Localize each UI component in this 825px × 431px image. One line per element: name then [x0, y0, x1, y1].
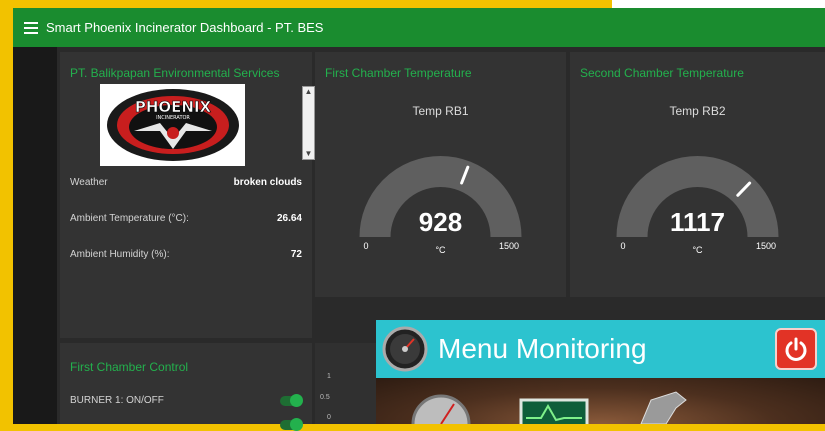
- top-bar: Smart Phoenix Incinerator Dashboard - PT…: [13, 8, 825, 47]
- gauge-unit: °C: [692, 245, 703, 255]
- first-chamber-control-card: First Chamber Control BURNER 1: ON/OFF: [60, 343, 312, 431]
- ambient-humidity-row: Ambient Humidity (%): 72: [70, 249, 302, 260]
- ambient-temp-value: 26.64: [276, 213, 302, 224]
- info-card: PT. Balikpapan Environmental Services PH…: [60, 52, 315, 338]
- app-title: Smart Phoenix Incinerator Dashboard - PT…: [46, 20, 324, 35]
- burner1-toggle-row: BURNER 1: ON/OFF: [70, 393, 303, 407]
- info-card-title: PT. Balikpapan Environmental Services: [70, 66, 280, 80]
- gauge-value: 1117: [670, 207, 725, 237]
- burner2-toggle[interactable]: [280, 418, 303, 431]
- weather-label: Weather: [70, 177, 108, 188]
- gauge-max-label: 1500: [756, 241, 776, 251]
- temp-rb2-gauge: 1117 °C 0 1500: [616, 156, 779, 255]
- gauge-value: 928: [419, 207, 462, 237]
- gauge-min-label: 0: [363, 241, 368, 251]
- pressure-gauge-icon: [411, 394, 471, 431]
- second-chamber-card: Second Chamber Temperature Temp RB2 1117…: [570, 52, 825, 297]
- first-chamber-card: First Chamber Temperature Temp RB1 928 °C…: [315, 52, 566, 297]
- chart-tick: 0.5: [320, 394, 330, 401]
- chart-card: 1 0.5 0: [315, 343, 385, 424]
- menu-monitoring-title: Menu Monitoring: [438, 333, 647, 364]
- burner1-toggle[interactable]: [280, 393, 303, 407]
- menu-icon[interactable]: [24, 21, 38, 34]
- power-button[interactable]: [775, 328, 817, 370]
- burner1-label: BURNER 1: ON/OFF: [70, 395, 164, 406]
- ambient-humidity-value: 72: [290, 249, 302, 260]
- menu-monitoring-body: [376, 378, 825, 431]
- gauge-unit: °C: [435, 245, 446, 255]
- logo-subtitle: INCINERATOR: [156, 115, 190, 121]
- phoenix-logo-icon: PHOENIX INCINERATOR: [106, 89, 239, 161]
- menu-icons-row: [411, 391, 687, 431]
- ambient-humidity-label: Ambient Humidity (%):: [70, 249, 170, 260]
- power-icon: [785, 337, 807, 361]
- menu-monitoring-overlay: Menu Monitoring: [376, 320, 825, 431]
- weather-row: Weather broken clouds: [70, 177, 302, 188]
- chart-tick: 0: [327, 414, 331, 421]
- chart-tick: 1: [327, 373, 331, 380]
- logo-wordmark: PHOENIX: [134, 98, 211, 116]
- menu-monitoring-bar: Menu Monitoring: [376, 320, 825, 378]
- sidebar: [13, 47, 57, 424]
- weather-value: broken clouds: [233, 177, 302, 188]
- gauge-min-label: 0: [620, 241, 625, 251]
- screenshot-frame: Smart Phoenix Incinerator Dashboard - PT…: [0, 0, 825, 431]
- gauge-app-icon[interactable]: [382, 326, 428, 372]
- control-card-title: First Chamber Control: [70, 360, 189, 374]
- scroll-down-icon[interactable]: ▼: [303, 149, 314, 159]
- monitor-icon: [519, 398, 589, 428]
- gauge-max-label: 1500: [499, 241, 519, 251]
- yellow-border: [0, 0, 13, 424]
- ambient-temp-row: Ambient Temperature (°C): 26.64: [70, 213, 302, 224]
- valve-icon: [640, 391, 687, 425]
- info-scrollbar[interactable]: ▲ ▼: [302, 86, 315, 160]
- phoenix-logo: PHOENIX INCINERATOR: [100, 84, 245, 166]
- burner2-toggle-row: [70, 418, 303, 431]
- scroll-up-icon[interactable]: ▲: [303, 87, 314, 97]
- white-strip: [612, 0, 825, 8]
- temp-rb1-gauge: 928 °C 0 1500: [359, 156, 522, 255]
- ambient-temp-label: Ambient Temperature (°C):: [70, 213, 189, 224]
